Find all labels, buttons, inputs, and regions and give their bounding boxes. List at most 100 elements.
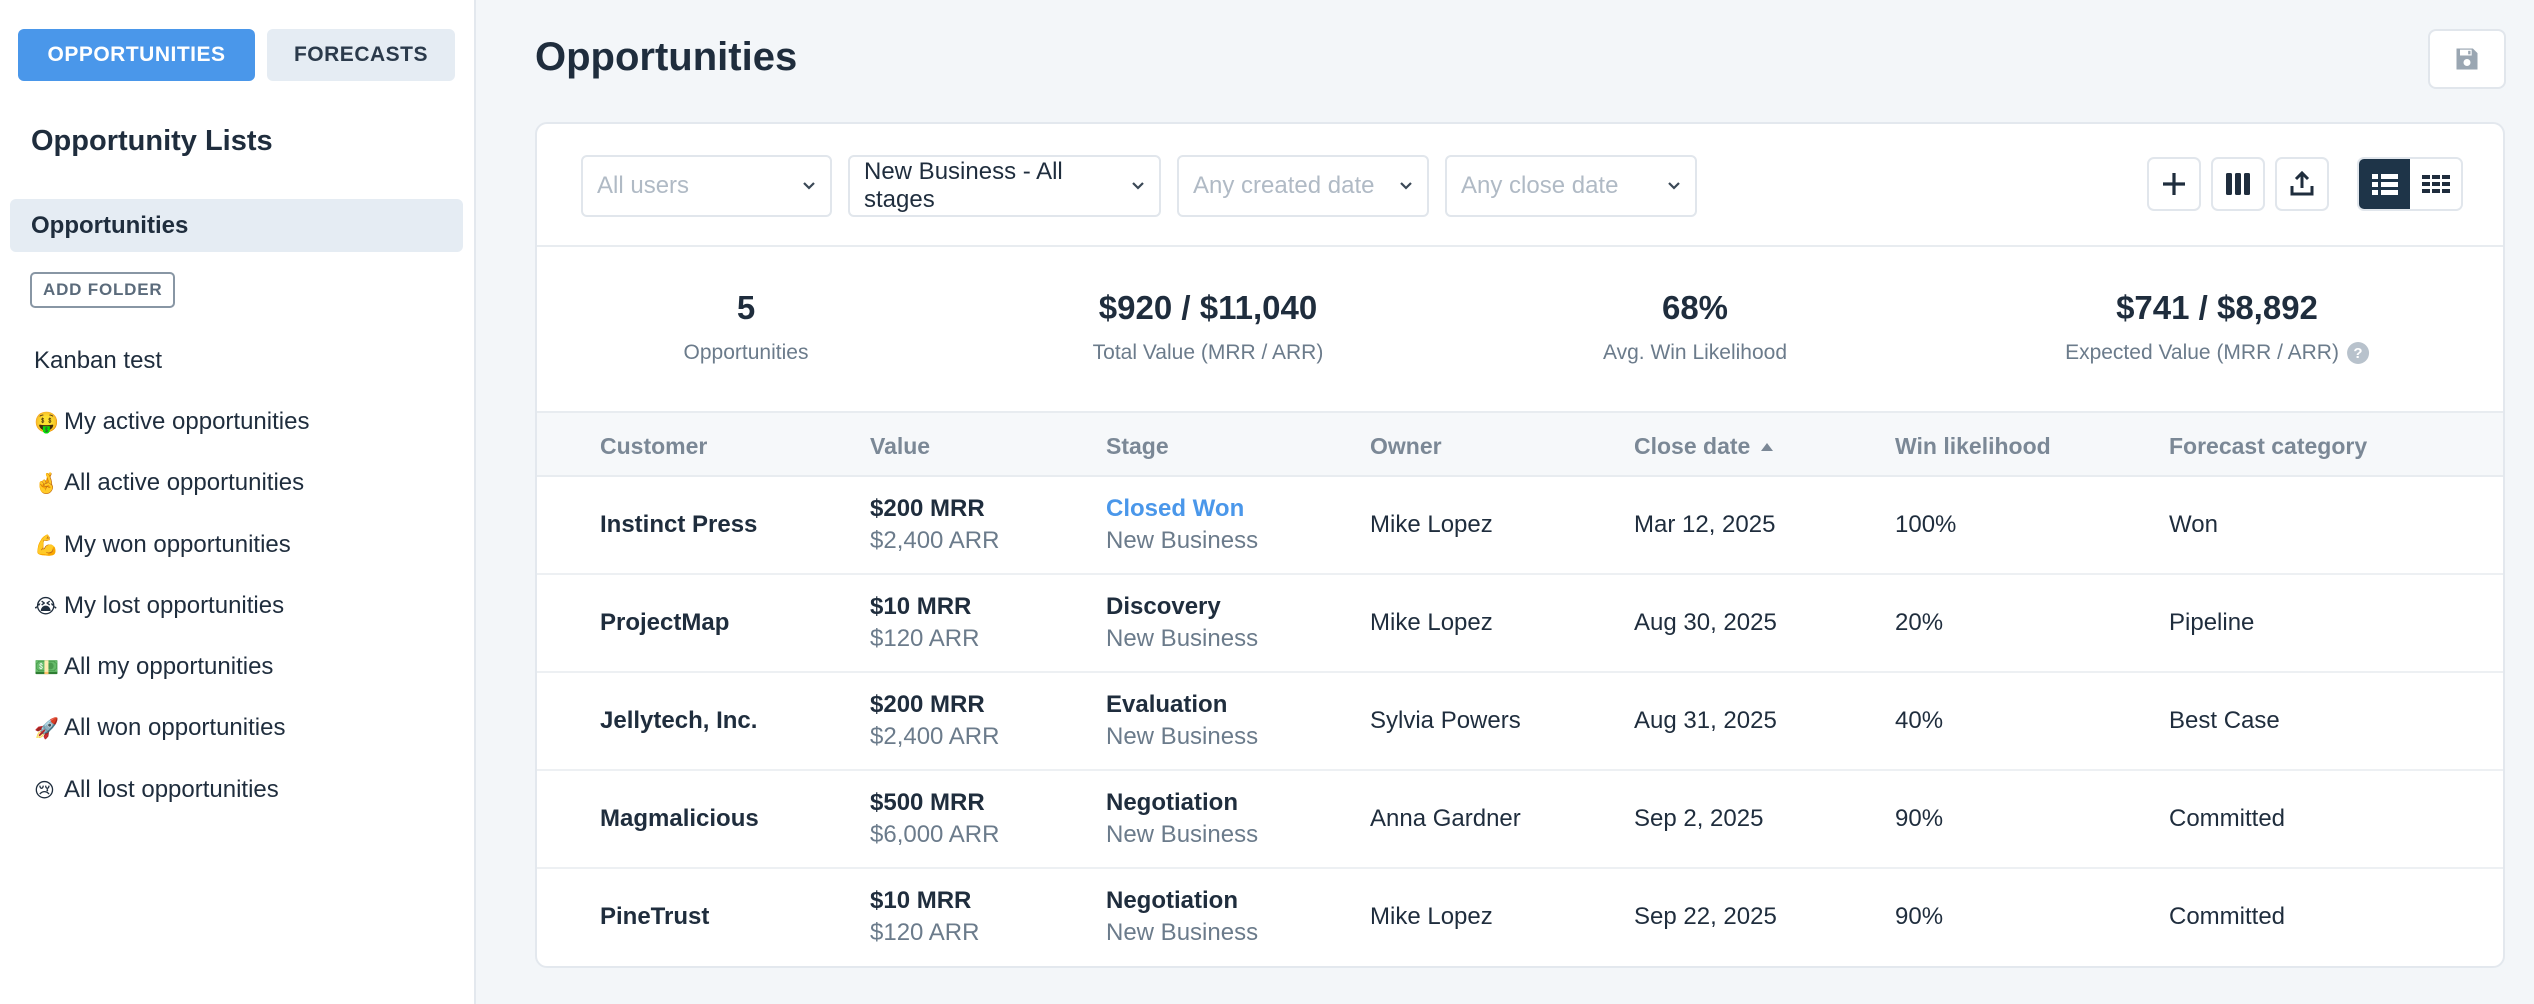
created-date-filter[interactable]: Any created date [1177,155,1429,217]
stage-name: Negotiation [1106,789,1238,816]
table-row[interactable]: Instinct Press $200 MRR $2,400 ARR Closed… [537,477,2503,575]
stat-label-text: Opportunities [683,341,809,364]
top-tabs: OPPORTUNITIES FORECASTS [18,29,455,81]
mrr-value: $500 MRR [870,789,985,816]
filter-bar: All users New Business - All stages Any … [581,155,1697,217]
crying-face-icon: 😭 [34,593,58,618]
sidebar-item-label: All my opportunities [64,653,274,681]
users-filter[interactable]: All users [581,155,832,217]
stage-cell: Discovery New Business [1106,575,1258,671]
mrr-value: $200 MRR [870,691,985,718]
stat-value: $920 / $11,040 [1098,289,1318,326]
export-button[interactable] [2275,157,2329,211]
pipeline-filter[interactable]: New Business - All stages [848,155,1161,217]
chevron-down-icon [1400,182,1412,190]
close-date-cell: Sep 22, 2025 [1634,903,1777,930]
table-row[interactable]: Magmalicious $500 MRR $6,000 ARR Negotiat… [537,771,2503,869]
sidebar-item-all-active[interactable]: 🤞 All active opportunities [34,453,309,514]
stat-win-likelihood: 68% Avg. Win Likelihood [1603,289,1787,365]
column-header-value[interactable]: Value [870,433,930,460]
close-date-cell: Aug 30, 2025 [1634,609,1777,636]
customer-cell[interactable]: Jellytech, Inc. [600,673,757,769]
stat-label: Avg. Win Likelihood [1603,341,1787,365]
close-date-filter[interactable]: Any close date [1445,155,1697,217]
arr-value: $2,400 ARR [870,527,1000,554]
opportunity-lists: Kanban test 🤑 My active opportunities 🤞 … [34,330,309,820]
arr-value: $2,400 ARR [870,723,1000,750]
sidebar-item-all-lost[interactable]: 😢 All lost opportunities [34,759,309,820]
column-header-label: Close date [1634,433,1751,459]
stage-cell: Closed Won New Business [1106,477,1258,573]
columns-button[interactable] [2211,157,2265,211]
column-header-customer[interactable]: Customer [600,433,707,460]
sidebar-item-my-active[interactable]: 🤑 My active opportunities [34,391,309,452]
sort-ascending-icon [1761,442,1774,451]
help-icon[interactable]: ? [2346,342,2369,364]
tab-forecasts[interactable]: FORECASTS [267,29,455,81]
sidebar-title: Opportunity Lists [31,125,273,157]
money-face-icon: 🤑 [34,409,59,434]
sidebar-item-opportunities[interactable]: Opportunities [10,199,463,252]
export-icon [2290,171,2314,196]
sidebar-item-label: My won opportunities [64,530,291,558]
win-likelihood-cell: 100% [1895,511,1957,538]
flexed-bicep-icon: 💪 [34,532,59,557]
customer-cell[interactable]: Magmalicious [600,771,759,867]
table-row[interactable]: PineTrust $10 MRR $120 ARR Negotiation New… [537,869,2503,966]
arr-value: $120 ARR [870,919,980,946]
sidebar: OPPORTUNITIES FORECASTS Opportunity List… [0,0,476,1004]
mrr-value: $10 MRR [870,887,972,914]
close-date-placeholder: Any close date [1461,172,1619,199]
chevron-down-icon [1668,182,1680,190]
column-header-close-date[interactable]: Close date [1634,433,1774,460]
sidebar-item-all-mine[interactable]: 💵 All my opportunities [34,636,309,697]
column-header-win-likelihood[interactable]: Win likelihood [1895,433,2051,460]
customer-cell[interactable]: ProjectMap [600,575,729,671]
sidebar-item-all-won[interactable]: 🚀 All won opportunities [34,698,309,759]
tab-opportunities[interactable]: OPPORTUNITIES [18,29,255,81]
arr-value: $120 ARR [870,625,980,652]
stat-total-value: $920 / $11,040 Total Value (MRR / ARR) [1093,289,1324,365]
forecast-cell: Pipeline [2169,609,2255,636]
owner-cell: Sylvia Powers [1370,707,1521,734]
owner-cell: Mike Lopez [1370,609,1493,636]
add-opportunity-button[interactable] [2147,157,2201,211]
sidebar-item-my-lost[interactable]: 😭 My lost opportunities [34,575,309,636]
close-date-cell: Sep 2, 2025 [1634,805,1764,832]
page-title: Opportunities [535,35,798,79]
sidebar-item-kanban-test[interactable]: Kanban test [34,330,309,391]
owner-cell: Mike Lopez [1370,511,1493,538]
sidebar-item-my-won[interactable]: 💪 My won opportunities [34,514,309,575]
table-row[interactable]: ProjectMap $10 MRR $120 ARR Discovery New … [537,575,2503,673]
stage-cell: Evaluation New Business [1106,673,1258,769]
list-view-button[interactable] [2359,159,2410,209]
pipeline-name: New Business [1106,527,1259,554]
column-header-owner[interactable]: Owner [1370,433,1442,460]
list-view-icon [2371,174,2398,195]
created-date-placeholder: Any created date [1193,172,1375,199]
sidebar-item-label: All active opportunities [64,469,305,497]
column-header-forecast-category[interactable]: Forecast category [2169,433,2367,460]
grid-view-icon [2421,175,2450,193]
win-likelihood-cell: 40% [1895,707,1944,734]
save-button[interactable] [2428,29,2506,89]
column-header-stage[interactable]: Stage [1106,433,1169,460]
pipeline-filter-value: New Business - All stages [864,158,1063,213]
stage-name: Discovery [1106,593,1221,620]
customer-cell[interactable]: PineTrust [600,869,709,965]
table-row[interactable]: Jellytech, Inc. $200 MRR $2,400 ARR Evalu… [537,673,2503,771]
opportunities-card: All users New Business - All stages Any … [535,122,2505,968]
stat-label: Expected Value (MRR / ARR) ? [2065,341,2369,365]
chevron-down-icon [803,182,815,190]
stat-label: Opportunities [684,341,809,365]
stage-link[interactable]: Closed Won [1106,495,1258,523]
plus-icon [2163,173,2185,195]
customer-cell[interactable]: Instinct Press [600,477,757,573]
grid-view-button[interactable] [2410,159,2461,209]
forecast-cell: Committed [2169,805,2286,832]
toolbar [2147,157,2329,211]
close-date-cell: Aug 31, 2025 [1634,707,1777,734]
win-likelihood-cell: 90% [1895,805,1944,832]
add-folder-button[interactable]: ADD FOLDER [30,272,176,308]
sad-face-icon: 😢 [34,777,55,802]
